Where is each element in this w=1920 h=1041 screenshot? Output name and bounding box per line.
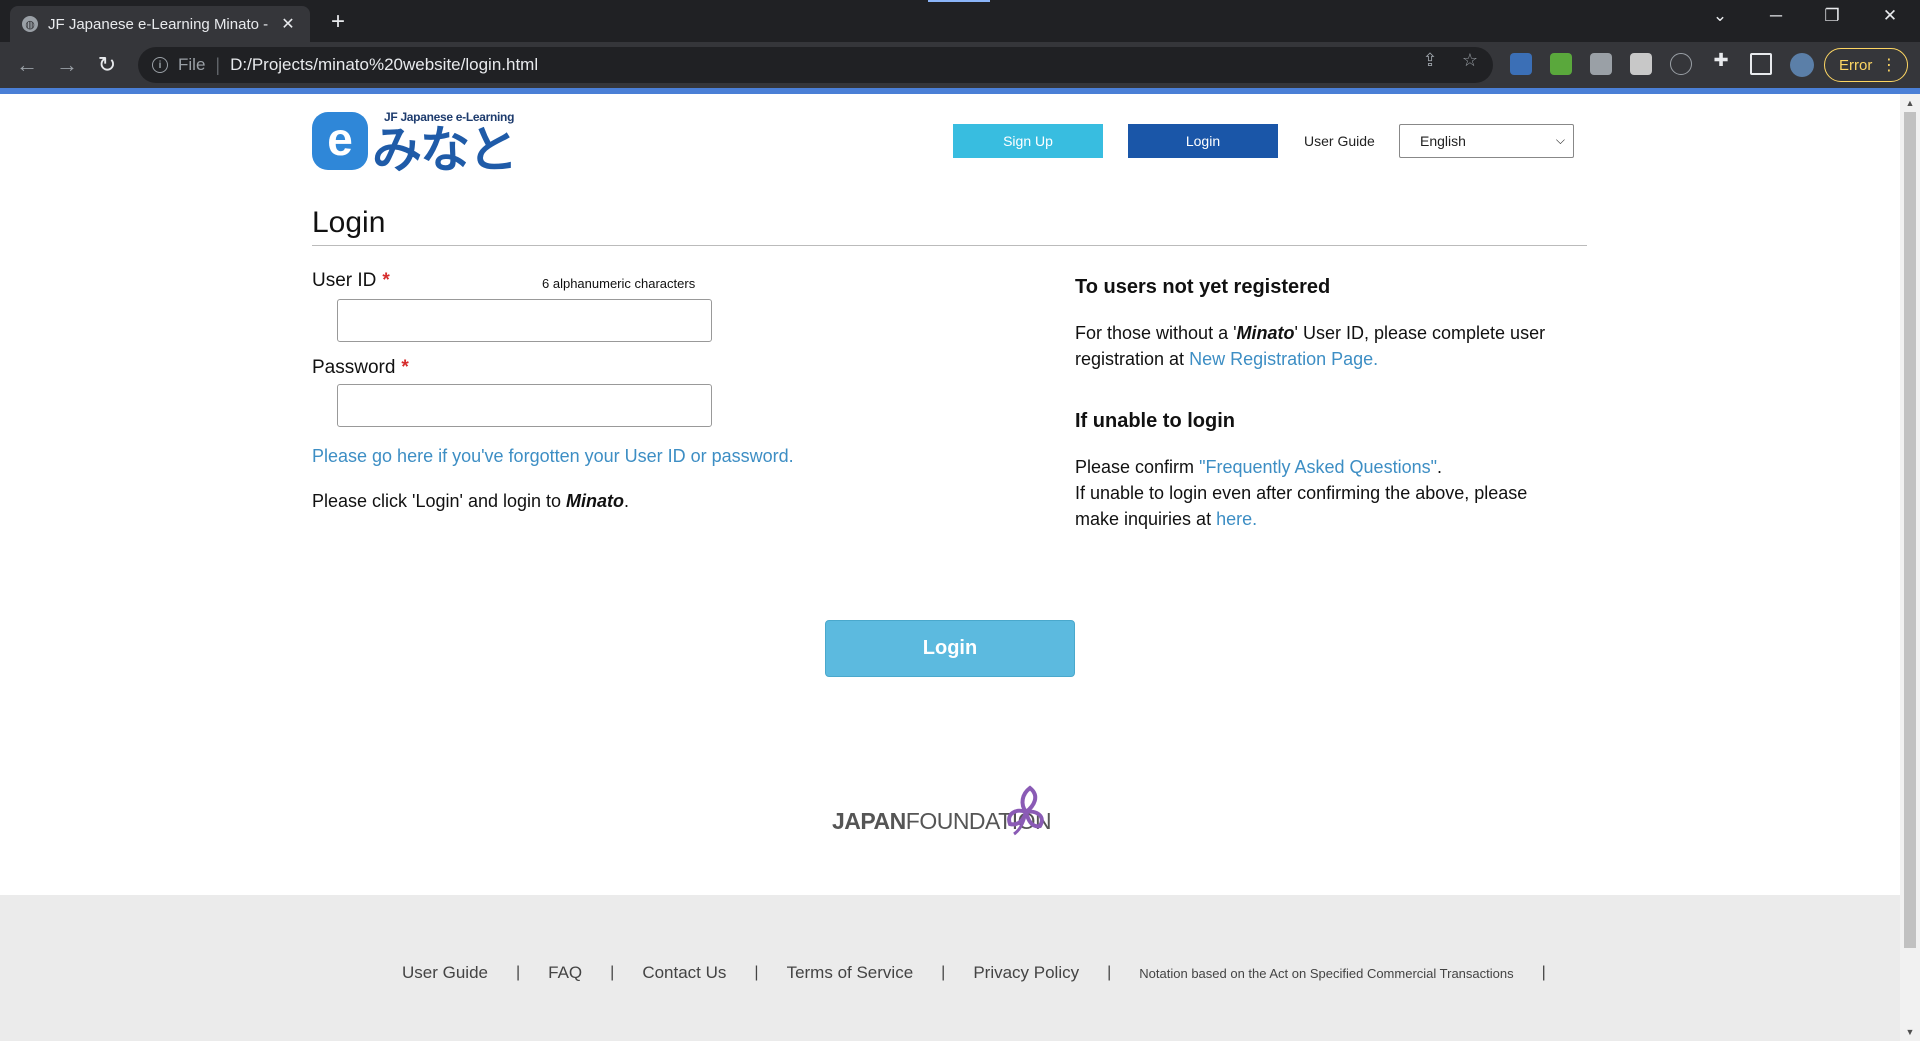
- footer-separator: |: [515, 964, 521, 981]
- globe-icon: ◍: [22, 16, 38, 32]
- page: e JF Japanese e-Learning みなと Sign Up Log…: [0, 94, 1900, 1041]
- address-scheme: File: [178, 55, 206, 74]
- tab-title: JF Japanese e-Learning Minato -: [48, 15, 269, 33]
- page-title: Login: [312, 206, 386, 239]
- footer-separator: |: [941, 964, 946, 981]
- back-arrow-icon[interactable]: ←: [13, 51, 41, 79]
- minato-logo[interactable]: e JF Japanese e-Learning みなと: [312, 110, 532, 178]
- extension-image-icon[interactable]: [1630, 53, 1652, 75]
- login-submit-button[interactable]: Login: [825, 620, 1075, 677]
- password-label-row: Password *: [312, 357, 409, 379]
- menu-dots-icon[interactable]: ⋮: [1881, 55, 1897, 75]
- footer-separator: |: [1541, 964, 1546, 981]
- forgot-credentials-link[interactable]: Please go here if you've forgotten your …: [312, 446, 794, 467]
- language-selected: English: [1420, 133, 1466, 149]
- unable-text-1: Please confirm: [1075, 457, 1195, 477]
- jf-wordmark-bold: JAPAN: [832, 808, 906, 834]
- extension-print-icon[interactable]: [1550, 53, 1572, 75]
- address-url[interactable]: D:/Projects/minato%20website/login.html: [230, 55, 538, 75]
- profile-avatar[interactable]: [1790, 53, 1814, 77]
- user-id-input[interactable]: [337, 299, 712, 342]
- footer-separator: |: [1107, 964, 1112, 981]
- user-id-label-row: User ID *: [312, 270, 390, 292]
- browser-toolbar: ← → ↻ i File | D:/Projects/minato%20webs…: [0, 42, 1920, 88]
- footer-link-notation[interactable]: Notation based on the Act on Specified C…: [1139, 966, 1513, 981]
- title-divider: [312, 245, 1587, 246]
- footer-link-terms[interactable]: Terms of Service: [787, 963, 914, 983]
- password-label: Password: [312, 357, 396, 378]
- scrollbar-thumb[interactable]: [1904, 112, 1916, 948]
- not-registered-text-1: For those without a ': [1075, 323, 1237, 343]
- error-label: Error: [1839, 56, 1873, 74]
- required-mark: *: [382, 270, 390, 291]
- footer-link-faq[interactable]: FAQ: [548, 963, 582, 983]
- bookmark-star-icon[interactable]: ☆: [1459, 50, 1481, 71]
- footer-link-contact[interactable]: Contact Us: [642, 963, 726, 983]
- reload-icon[interactable]: ↻: [93, 51, 121, 79]
- unable-text-3: If unable to login even after confirming…: [1075, 483, 1528, 529]
- scroll-up-arrow-icon[interactable]: ▲: [1900, 98, 1920, 108]
- forward-arrow-icon[interactable]: →: [53, 51, 81, 79]
- not-registered-heading: To users not yet registered: [1075, 276, 1331, 298]
- logo-kana: みなと: [372, 121, 518, 179]
- side-panel-icon[interactable]: [1750, 53, 1772, 75]
- not-registered-text: For those without a 'Minato' User ID, pl…: [1075, 320, 1575, 372]
- extension-dictionary-icon[interactable]: [1510, 53, 1532, 75]
- browser-tabstrip: ◍ JF Japanese e-Learning Minato - ✕ + ⌄ …: [0, 0, 1920, 42]
- not-registered-brand: Minato: [1236, 323, 1295, 343]
- address-bar[interactable]: i File | D:/Projects/minato%20website/lo…: [138, 47, 1493, 83]
- close-tab-icon[interactable]: ✕: [278, 14, 298, 34]
- instruction-suffix: .: [624, 491, 630, 511]
- extension-circle-icon[interactable]: [1670, 53, 1692, 75]
- signup-button[interactable]: Sign Up: [953, 124, 1103, 158]
- footer-link-privacy[interactable]: Privacy Policy: [973, 963, 1079, 983]
- extension-reader-icon[interactable]: [1590, 53, 1612, 75]
- scroll-down-arrow-icon[interactable]: ▼: [1900, 1027, 1920, 1037]
- extensions-puzzle-icon[interactable]: ✚: [1710, 50, 1732, 71]
- restore-button[interactable]: ❐: [1812, 6, 1852, 26]
- share-icon[interactable]: ⇪: [1419, 50, 1441, 71]
- footer-link-user-guide[interactable]: User Guide: [402, 963, 488, 983]
- logo-e-mark: e: [312, 112, 368, 170]
- language-select[interactable]: English ⌵: [1399, 124, 1574, 158]
- unable-login-heading: If unable to login: [1075, 410, 1235, 432]
- new-tab-button[interactable]: +: [325, 8, 351, 36]
- error-button[interactable]: Error ⋮: [1824, 48, 1908, 82]
- header-login-button[interactable]: Login: [1128, 124, 1278, 158]
- login-instruction: Please click 'Login' and login to Minato…: [312, 491, 629, 512]
- new-registration-link[interactable]: New Registration Page.: [1189, 349, 1378, 369]
- required-mark: *: [401, 357, 409, 378]
- address-divider: |: [215, 54, 221, 75]
- chevron-down-icon: ⌵: [1555, 133, 1565, 147]
- footer-separator: |: [754, 964, 759, 981]
- info-icon[interactable]: i: [152, 57, 168, 73]
- japan-foundation-logo[interactable]: JAPANFOUNDATION: [832, 784, 1052, 844]
- japan-foundation-flower-icon: [1007, 785, 1044, 836]
- tabstrip-accent: [928, 0, 990, 2]
- browser-tab[interactable]: ◍ JF Japanese e-Learning Minato - ✕: [10, 6, 310, 42]
- footer-links: User Guide | FAQ | Contact Us | Terms of…: [402, 963, 1574, 983]
- instruction-brand: Minato: [566, 491, 625, 511]
- user-id-hint: 6 alphanumeric characters: [542, 276, 696, 291]
- faq-link[interactable]: "Frequently Asked Questions": [1199, 457, 1437, 477]
- user-id-label: User ID: [312, 270, 377, 291]
- minimize-button[interactable]: ─: [1756, 6, 1796, 26]
- footer-separator: |: [610, 964, 615, 981]
- footer: User Guide | FAQ | Contact Us | Terms of…: [0, 895, 1900, 1041]
- unable-login-text: Please confirm "Frequently Asked Questio…: [1075, 454, 1575, 532]
- page-scrollbar[interactable]: ▲ ▼: [1900, 94, 1920, 1041]
- tab-search-icon[interactable]: ⌄: [1700, 6, 1740, 26]
- inquiry-here-link[interactable]: here.: [1216, 509, 1257, 529]
- password-input[interactable]: [337, 384, 712, 427]
- close-window-button[interactable]: ✕: [1870, 6, 1910, 26]
- unable-text-2: .: [1436, 457, 1442, 477]
- instruction-prefix: Please click 'Login' and login to: [312, 491, 562, 511]
- user-guide-link[interactable]: User Guide: [1304, 133, 1375, 149]
